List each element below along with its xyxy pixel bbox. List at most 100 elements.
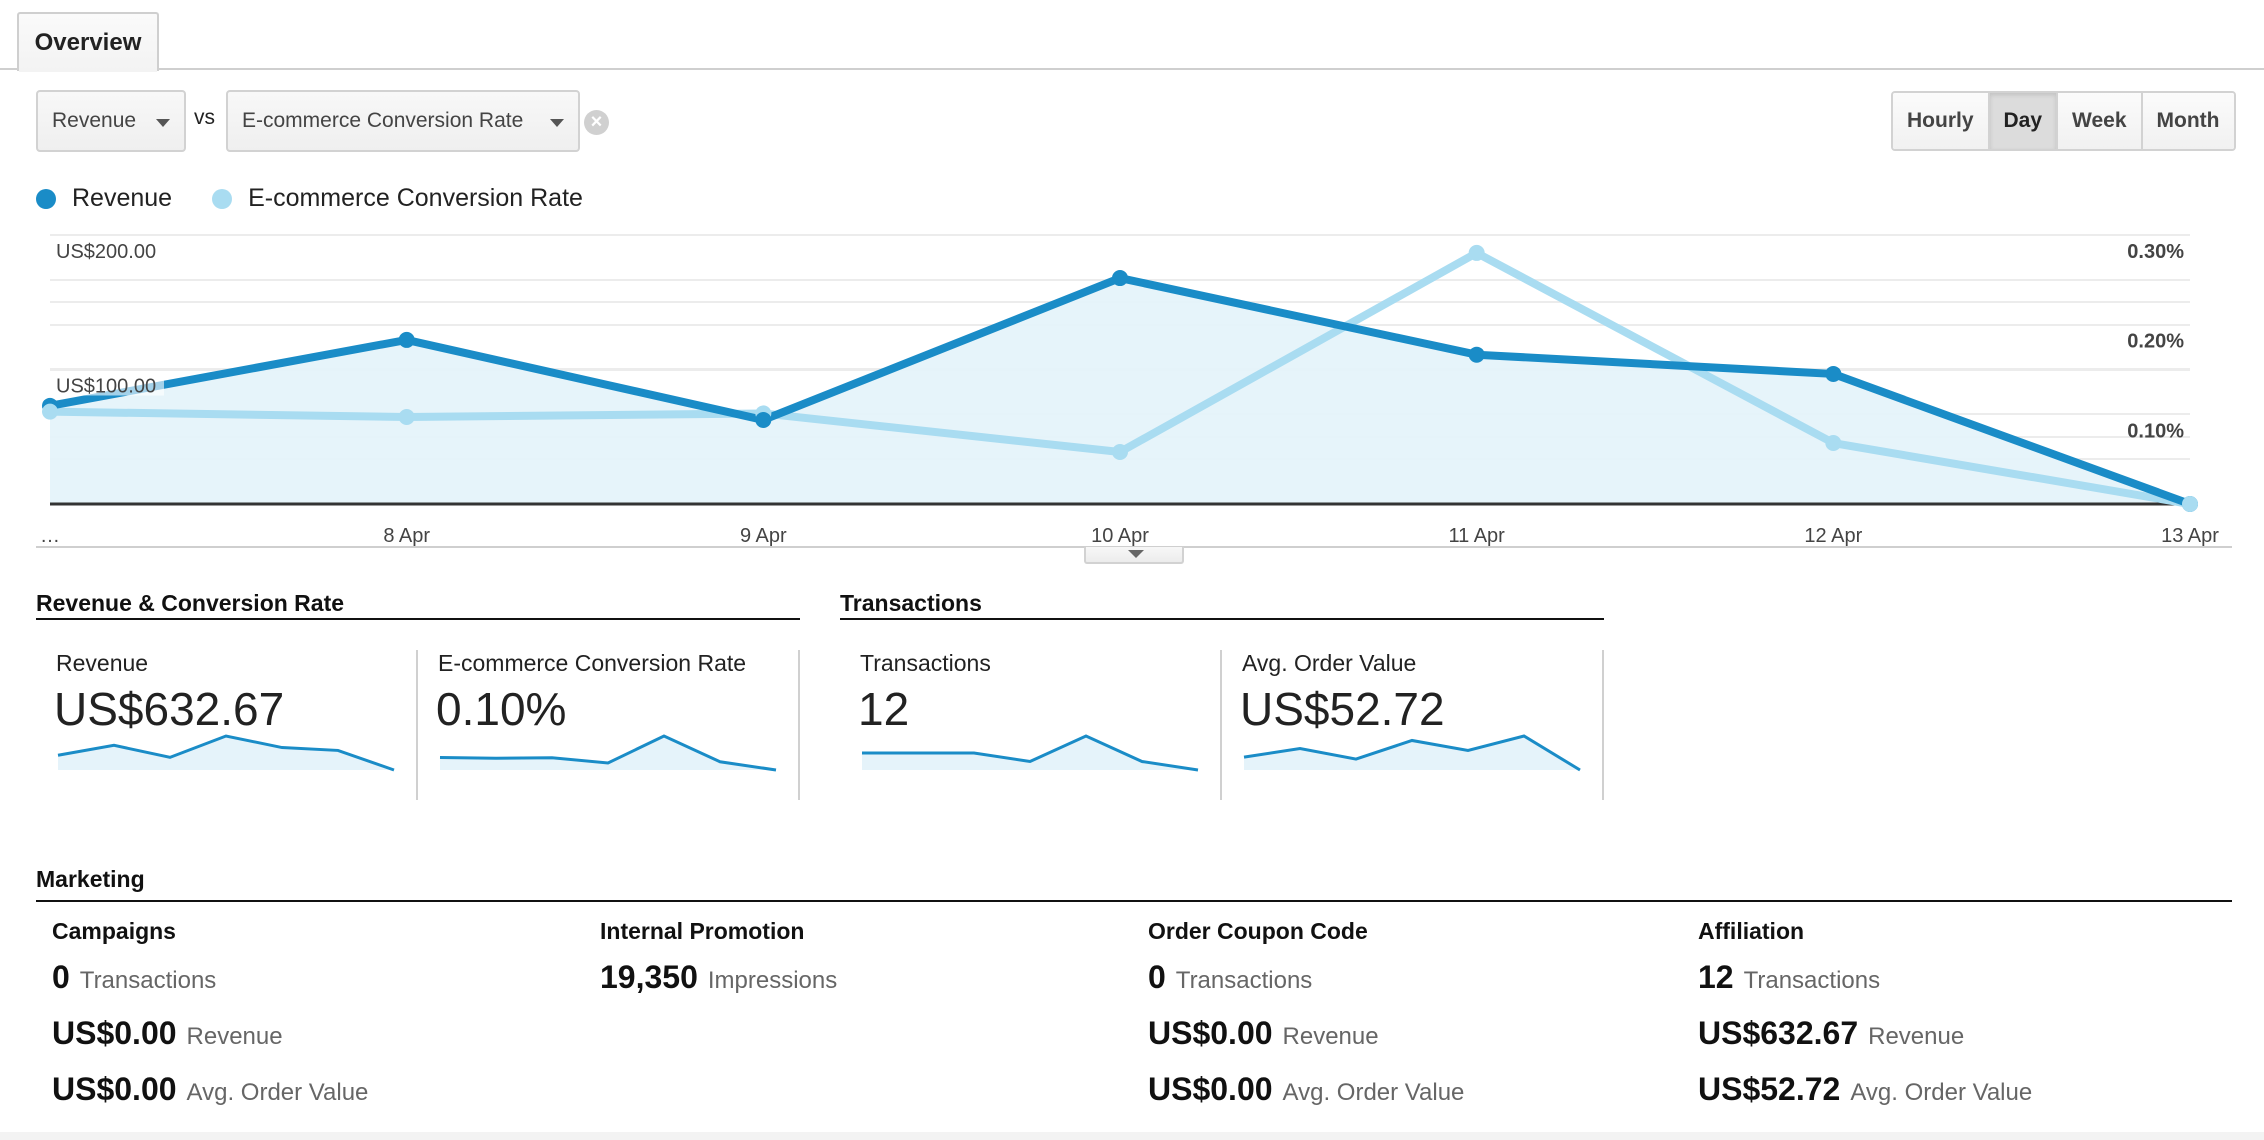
section-title-marketing: Marketing xyxy=(36,866,145,892)
revenue-point xyxy=(1468,346,1485,363)
marketing-row: US$0.00 Revenue xyxy=(1148,1015,1464,1057)
marketing-unit: Revenue xyxy=(1282,1023,1379,1050)
metric-value: US$52.72 xyxy=(1240,683,1445,735)
legend-dot-icon xyxy=(36,188,56,209)
marketing-unit: Avg. Order Value xyxy=(1850,1079,2033,1106)
marketing-value[interactable]: US$632.67 xyxy=(1698,1015,1858,1052)
marketing-column-title[interactable]: Affiliation xyxy=(1698,918,2032,945)
marketing-affiliation: Affiliation 12 Transactions US$632.67 Reve… xyxy=(1698,918,2032,1127)
legend-label: E-commerce Conversion Rate xyxy=(248,184,583,212)
revenue-point xyxy=(1825,365,1842,382)
section-rule xyxy=(36,900,2232,902)
card-divider xyxy=(1602,650,1604,800)
period-day-button[interactable]: Day xyxy=(1987,93,2057,149)
marketing-value[interactable]: US$0.00 xyxy=(52,1071,177,1108)
marketing-row: US$0.00 Revenue xyxy=(52,1015,368,1057)
x-axis-label: 11 Apr xyxy=(1448,525,1505,547)
x-axis-label: 8 Apr xyxy=(383,525,430,547)
primary-metric-label: Revenue xyxy=(52,109,137,132)
period-month-button[interactable]: Month xyxy=(2140,93,2234,149)
comparison-metric-label: E-commerce Conversion Rate xyxy=(242,109,524,132)
metric-value: US$632.67 xyxy=(54,683,285,735)
marketing-value[interactable]: 19,350 xyxy=(600,959,698,996)
chart-collapse-toggle[interactable] xyxy=(1084,547,1184,564)
marketing-value[interactable]: US$0.00 xyxy=(52,1015,177,1052)
revenue-point xyxy=(398,331,415,348)
card-divider xyxy=(798,650,800,800)
conversion-rate-point xyxy=(398,409,415,426)
marketing-value[interactable]: 0 xyxy=(1148,959,1166,996)
tab-active-indicator xyxy=(19,68,157,72)
marketing-value[interactable]: US$0.00 xyxy=(1148,1015,1273,1052)
marketing-unit: Revenue xyxy=(1868,1023,1965,1050)
marketing-unit: Avg. Order Value xyxy=(186,1079,369,1106)
marketing-value[interactable]: 0 xyxy=(52,959,70,996)
y-axis-right-label: 0.20% xyxy=(2127,331,2184,353)
marketing-value[interactable]: US$52.72 xyxy=(1698,1071,1840,1108)
legend-item-revenue[interactable]: Revenue xyxy=(36,184,172,213)
metric-card-transactions[interactable]: Transactions 12 xyxy=(840,646,1220,798)
page-footer-strip xyxy=(0,1132,2264,1140)
primary-metric-dropdown[interactable]: Revenue xyxy=(36,90,186,152)
comparison-metric-dropdown[interactable]: E-commerce Conversion Rate xyxy=(226,90,580,152)
conversion-rate-point xyxy=(1468,244,1485,261)
marketing-row: 0 Transactions xyxy=(1148,959,1464,1001)
main-line-chart[interactable]: US$100.00 US$200.00 0.10% 0.20% 0.30% … 8 Apr 9… xyxy=(0,220,2264,550)
marketing-unit: Revenue xyxy=(186,1023,283,1050)
marketing-row: US$0.00 Avg. Order Value xyxy=(52,1071,368,1113)
period-week-button[interactable]: Week xyxy=(2056,93,2141,149)
metric-label: E-commerce Conversion Rate xyxy=(438,650,747,676)
metric-label: Revenue xyxy=(56,650,149,676)
marketing-value[interactable]: 12 xyxy=(1698,959,1734,996)
period-selector: Hourly Day Week Month xyxy=(1891,91,2236,151)
tab-overview[interactable]: Overview xyxy=(17,12,159,71)
section-rule xyxy=(840,618,1604,620)
marketing-column-title[interactable]: Order Coupon Code xyxy=(1148,918,1464,945)
marketing-row: US$632.67 Revenue xyxy=(1698,1015,2032,1057)
y-axis-right-label: 0.10% xyxy=(2127,420,2184,442)
tab-bar xyxy=(0,0,2264,70)
metric-card-revenue[interactable]: Revenue US$632.67 xyxy=(36,646,416,798)
conversion-rate-point xyxy=(2182,496,2198,512)
chevron-down-icon xyxy=(550,119,564,127)
y-axis-left-label: US$100.00 xyxy=(56,376,156,398)
marketing-row: US$0.00 Avg. Order Value xyxy=(1148,1071,1464,1113)
sparkline-avg-order-value xyxy=(1243,734,1581,772)
metric-card-conversion-rate[interactable]: E-commerce Conversion Rate 0.10% xyxy=(418,646,800,798)
legend-item-conversion[interactable]: E-commerce Conversion Rate xyxy=(212,184,583,213)
marketing-value[interactable]: US$0.00 xyxy=(1148,1071,1273,1108)
conversion-rate-point xyxy=(1825,435,1842,452)
metric-label: Transactions xyxy=(860,650,991,676)
x-axis-label: 9 Apr xyxy=(740,525,787,547)
chevron-down-icon xyxy=(156,119,170,127)
marketing-internal-promotion: Internal Promotion 19,350 Impressions xyxy=(600,918,837,1015)
metric-value: 0.10% xyxy=(436,683,567,735)
metric-card-avg-order-value[interactable]: Avg. Order Value US$52.72 xyxy=(1222,646,1604,798)
vs-label: vs xyxy=(194,106,215,129)
sparkline-revenue xyxy=(57,734,395,772)
remove-comparison-icon[interactable]: × xyxy=(584,110,609,135)
sparkline-area xyxy=(440,736,776,770)
marketing-column-title[interactable]: Campaigns xyxy=(52,918,368,945)
section-title-transactions: Transactions xyxy=(840,590,982,616)
period-hourly-button[interactable]: Hourly xyxy=(1893,93,1988,149)
revenue-point xyxy=(1112,270,1128,287)
x-axis-label: … xyxy=(40,525,60,547)
marketing-row: 0 Transactions xyxy=(52,959,368,1001)
marketing-unit: Transactions xyxy=(79,967,217,994)
marketing-column-title[interactable]: Internal Promotion xyxy=(600,918,837,945)
marketing-unit: Impressions xyxy=(707,967,838,994)
marketing-row: US$52.72 Avg. Order Value xyxy=(1698,1071,2032,1113)
marketing-unit: Avg. Order Value xyxy=(1282,1079,1465,1106)
section-rule xyxy=(36,618,800,620)
marketing-row: 19,350 Impressions xyxy=(600,959,837,1001)
x-axis-label: 10 Apr xyxy=(1091,525,1149,547)
chevron-down-icon xyxy=(1128,550,1144,558)
chart-legend: Revenue E-commerce Conversion Rate xyxy=(36,184,623,213)
y-axis-left-label: US$200.00 xyxy=(56,241,156,263)
x-axis-label: 12 Apr xyxy=(1804,525,1862,547)
conversion-rate-point xyxy=(1112,443,1128,460)
y-axis-right-label: 0.30% xyxy=(2127,241,2184,263)
metric-label: Avg. Order Value xyxy=(1242,650,1417,676)
legend-label: Revenue xyxy=(72,184,173,212)
